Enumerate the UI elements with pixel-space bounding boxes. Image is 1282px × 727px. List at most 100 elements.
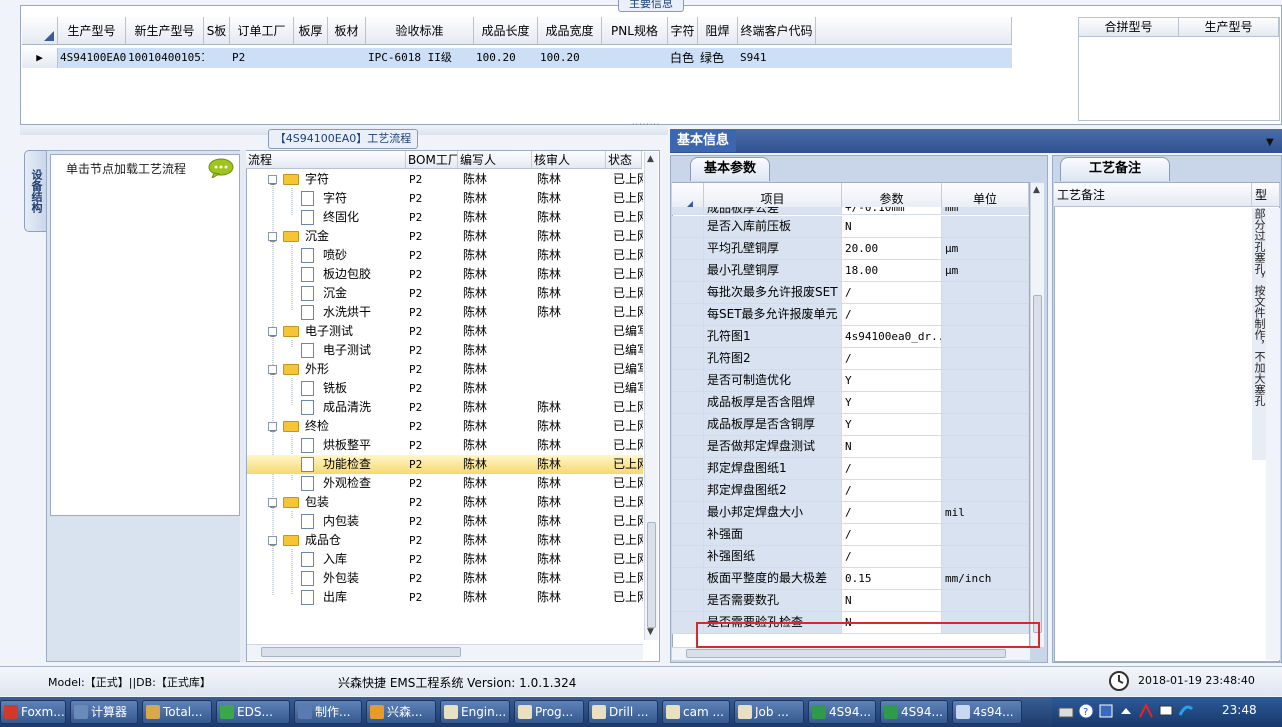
param-value[interactable]: 4s94100ea0_dr... [842,326,942,348]
tree-col-header-1[interactable]: BOM工厂 [406,151,458,168]
col-header-11[interactable]: 阻焊 [698,17,738,44]
process-tree-hscroll[interactable] [247,644,643,660]
process-tree-vscroll[interactable]: ▲ ▼ [644,152,658,640]
param-row[interactable]: 邦定焊盘图纸1/ [672,458,1029,480]
tree-row[interactable]: 字符 P2 陈林 陈林 已上网 [247,189,643,208]
param-row[interactable]: 邦定焊盘图纸2/ [672,480,1029,502]
grid-cell-8[interactable]: 100.20 [538,48,602,68]
taskbar-button[interactable]: Foxm... [0,700,66,724]
taskbar-button[interactable]: 4s94... [952,700,1022,724]
process-remarks-body[interactable] [1054,182,1280,662]
param-value[interactable]: N [842,436,942,458]
taskbar-button[interactable]: Prog... [514,700,584,724]
tree-col-header-4[interactable]: 状态 [606,151,642,168]
param-value[interactable]: N [842,216,942,238]
grid-cell-11[interactable]: 绿色 [698,48,738,68]
tree-row[interactable]: 出库 P2 陈林 陈林 已上网 [247,588,643,607]
tree-row[interactable]: 水洗烘干 P2 陈林 陈林 已上网 [247,303,643,322]
col-header-1[interactable]: 新生产型号 [126,17,204,44]
display-icon[interactable] [1158,703,1174,719]
tree-row[interactable]: 入库 P2 陈林 陈林 已上网 [247,550,643,569]
param-value[interactable]: Y [842,392,942,414]
param-value[interactable]: / [842,348,942,370]
taskbar-button[interactable]: Drill ... [588,700,658,724]
tree-row[interactable]: 烘板整平 P2 陈林 陈林 已上网 [247,436,643,455]
grid-cell-2[interactable] [204,48,230,68]
keyboard-icon[interactable] [1058,704,1074,720]
tray-clock[interactable]: 23:48 [1222,703,1257,717]
taskbar-button[interactable]: 计算器 [70,700,138,724]
tree-row[interactable]: 沉金 P2 陈林 陈林 已上网 [247,284,643,303]
tree-row[interactable]: −成品仓P2陈林陈林已上网 [247,531,643,551]
tree-row[interactable]: 电子测试 P2 陈林 已编写 [247,341,643,360]
tab-basic-params[interactable]: 基本参数 [690,157,770,181]
tree-row[interactable]: −沉金P2陈林陈林已上网 [247,227,643,247]
param-row[interactable]: 板面平整度的最大极差 0.15 mm/inch [672,568,1029,590]
help-icon[interactable]: ? [1078,703,1094,719]
main-grid-row[interactable]: ▶4S94100EA010010400105190P2IPC-6018 II级1… [22,48,1012,68]
col-header-4[interactable]: 板厚 [294,17,328,44]
col-header-3[interactable]: 订单工厂 [230,17,294,44]
taskbar-button[interactable]: Engin... [440,700,510,724]
grid-cell-6[interactable]: IPC-6018 II级 [366,48,474,68]
merge-col-header-0[interactable]: 合拼型号 [1079,18,1179,36]
tree-row[interactable]: −电子测试P2陈林已编写 [247,322,643,342]
equipment-structure-tab[interactable]: 设备结构 [24,150,46,232]
param-value[interactable]: / [842,524,942,546]
taskbar-button[interactable]: Total... [142,700,212,724]
params-vscroll[interactable]: ▲ [1030,183,1044,647]
grid-cell-3[interactable]: P2 [230,48,294,68]
param-value[interactable]: / [842,480,942,502]
tab-process-remarks[interactable]: 工艺备注 [1060,157,1170,181]
grid-cell-12[interactable]: S941 [738,48,816,68]
param-value[interactable]: / [842,282,942,304]
param-row[interactable]: 每SET最多允许报废单元 / [672,304,1029,326]
grid-cell-10[interactable]: 白色 [668,48,698,68]
menu-icon[interactable] [1098,703,1114,719]
param-value[interactable]: N [842,590,942,612]
tree-row[interactable]: −外形P2陈林已编写 [247,360,643,380]
param-row[interactable]: 成品板厚公差 +/-0.10mm mm [672,207,1029,215]
params-hscroll[interactable] [672,647,1030,660]
tree-col-header-2[interactable]: 编写人 [458,151,532,168]
sync-icon[interactable] [1178,703,1194,719]
tree-col-header-3[interactable]: 核审人 [532,151,606,168]
taskbar-button[interactable]: 4S94... [808,700,876,724]
tray-expand-icon[interactable] [1120,706,1132,716]
taskbar-button[interactable]: cam ... [662,700,730,724]
taskbar-button[interactable]: Job ... [734,700,804,724]
param-row[interactable]: 成品板厚是否含阻焊 Y [672,392,1029,414]
tree-row[interactable]: 成品清洗 P2 陈林 陈林 已上网 [247,398,643,417]
merge-grid-body[interactable] [1078,37,1280,121]
param-value[interactable]: Y [842,414,942,436]
grid-cell-7[interactable]: 100.20 [474,48,538,68]
dropdown-arrow-icon[interactable]: ▼ [1266,137,1274,148]
param-row[interactable]: 是否做邦定焊盘测试 N [672,436,1029,458]
taskbar-button[interactable]: 兴森... [366,700,436,724]
param-value[interactable]: Y [842,370,942,392]
param-row[interactable]: 孔符图1 4s94100ea0_dr... [672,326,1029,348]
grid-cell-0[interactable]: 4S94100EA0 [58,48,126,68]
param-row[interactable]: 补强面 / [672,524,1029,546]
tree-row[interactable]: 终固化 P2 陈林 陈林 已上网 [247,208,643,227]
equipment-tree[interactable] [50,154,240,516]
tree-col-header-0[interactable]: 流程 [246,151,406,168]
tree-row[interactable]: 板边包胶 P2 陈林 陈林 已上网 [247,265,643,284]
col-header-2[interactable]: S板 [204,17,230,44]
param-row[interactable]: 是否需要数孔 N [672,590,1029,612]
tab-basic-info[interactable]: 基本信息 [670,130,736,152]
grid-cell-4[interactable] [294,48,328,68]
col-header-9[interactable]: PNL规格 [602,17,668,44]
remarks-vscroll[interactable] [1266,208,1280,660]
param-row[interactable]: 是否入库前压板 N [672,216,1029,238]
tree-row[interactable]: 喷砂 P2 陈林 陈林 已上网 [247,246,643,265]
col-header-12[interactable]: 终端客户代码 [738,17,816,44]
merge-col-header-1[interactable]: 生产型号 [1179,18,1279,36]
tree-row[interactable]: −包装P2陈林陈林已上网 [247,493,643,513]
param-value[interactable]: +/-0.10mm [842,207,942,215]
tree-row[interactable]: −终检P2陈林陈林已上网 [247,417,643,437]
param-value[interactable]: / [842,502,942,524]
splitter-grip-icon[interactable]: ········ [632,121,668,129]
param-value[interactable]: 18.00 [842,260,942,282]
grid-cell-5[interactable] [328,48,366,68]
